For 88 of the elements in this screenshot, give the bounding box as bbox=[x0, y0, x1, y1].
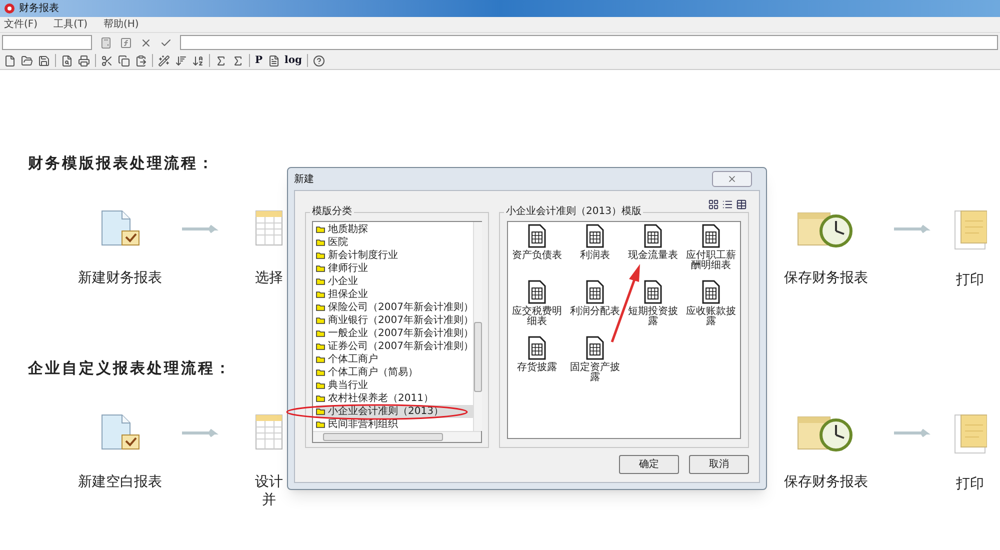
template-item[interactable]: 资产负债表 bbox=[508, 224, 566, 276]
spreadsheet-document-icon bbox=[527, 280, 547, 304]
wand-icon[interactable] bbox=[158, 54, 170, 66]
menu-item[interactable]: 工具(T) bbox=[54, 17, 88, 32]
large-icons-view-icon[interactable] bbox=[708, 199, 719, 210]
spreadsheet-document-icon bbox=[643, 280, 663, 304]
print-preview-icon bbox=[953, 208, 987, 250]
dialog-title: 新建 bbox=[294, 172, 314, 186]
category-item[interactable]: 医院 bbox=[316, 236, 474, 249]
section-heading: 企业自定义报表处理流程： bbox=[28, 358, 232, 378]
spreadsheet-document-icon bbox=[701, 280, 721, 304]
step-label: 选择 bbox=[255, 268, 283, 286]
category-item[interactable]: 小企业 bbox=[316, 275, 474, 288]
cell-name-field[interactable] bbox=[2, 35, 92, 50]
group-title: 小企业会计准则（2013）模版 bbox=[504, 206, 644, 218]
category-item[interactable]: 个体工商户（简易） bbox=[316, 366, 474, 379]
vertical-scrollbar[interactable] bbox=[473, 222, 482, 431]
spreadsheet-document-icon bbox=[585, 336, 605, 360]
sigma-icon[interactable] bbox=[232, 54, 244, 66]
dialog-button[interactable]: 确定 bbox=[619, 455, 679, 474]
preview-icon[interactable] bbox=[61, 54, 73, 66]
group-title: 模版分类 bbox=[310, 206, 354, 218]
template-item[interactable]: 存货披露 bbox=[508, 336, 566, 388]
sigma-icon[interactable] bbox=[215, 54, 227, 66]
template-item[interactable]: 应交税费明细表 bbox=[508, 280, 566, 332]
category-item[interactable]: 商业银行（2007年新会计准则） bbox=[316, 314, 474, 327]
help-icon[interactable] bbox=[313, 54, 325, 66]
step-label: 新建空白报表 bbox=[78, 473, 162, 491]
step-label: 设计 bbox=[255, 473, 283, 491]
template-item[interactable]: 固定资产披露 bbox=[566, 336, 624, 388]
category-item[interactable]: 新会计制度行业 bbox=[316, 249, 474, 262]
horizontal-scrollbar[interactable] bbox=[313, 431, 481, 442]
template-item[interactable]: 现金流量表 bbox=[624, 224, 682, 276]
template-item[interactable]: 应付职工薪酬明细表 bbox=[682, 224, 740, 276]
step-label: 并 bbox=[262, 491, 276, 509]
template-item[interactable]: 短期投资披露 bbox=[624, 280, 682, 332]
menu-item[interactable]: 文件(F) bbox=[4, 17, 38, 32]
details-view-icon[interactable] bbox=[736, 199, 747, 210]
step-label: 保存财务报表 bbox=[784, 268, 868, 286]
close-icon bbox=[727, 174, 737, 184]
category-item[interactable]: 证券公司（2007年新会计准则） bbox=[316, 340, 474, 353]
print-preview-icon bbox=[953, 413, 987, 455]
step-label: 打印 bbox=[956, 270, 984, 288]
category-item[interactable]: 地质勘探 bbox=[316, 223, 474, 236]
template-item[interactable]: 利润表 bbox=[566, 224, 624, 276]
table-icon bbox=[254, 208, 284, 248]
folder-icon[interactable] bbox=[21, 54, 33, 66]
category-item[interactable]: 典当行业 bbox=[316, 379, 474, 392]
category-item[interactable]: 农村社保养老（2011） bbox=[316, 392, 474, 405]
template-item[interactable]: 应收账款披露 bbox=[682, 280, 740, 332]
toolbar-button[interactable]: P bbox=[255, 56, 263, 66]
category-item[interactable]: 保险公司（2007年新会计准则） bbox=[316, 301, 474, 314]
cancel-icon[interactable] bbox=[140, 36, 152, 48]
save-icon[interactable] bbox=[38, 54, 50, 66]
paste-icon[interactable] bbox=[135, 54, 147, 66]
template-item[interactable]: 利润分配表 bbox=[566, 280, 624, 332]
toolbar-button[interactable]: log bbox=[284, 56, 302, 66]
calculator-icon[interactable] bbox=[100, 36, 112, 48]
app-logo-icon bbox=[4, 3, 15, 14]
step-label: 打印 bbox=[956, 475, 984, 493]
check-icon[interactable] bbox=[160, 36, 172, 48]
spreadsheet-document-icon bbox=[527, 224, 547, 248]
scissors-icon[interactable] bbox=[101, 54, 113, 66]
category-item[interactable]: 一般企业（2007年新会计准则） bbox=[316, 327, 474, 340]
copy-icon[interactable] bbox=[118, 54, 130, 66]
window-title: 财务报表 bbox=[19, 2, 59, 16]
dialog-button[interactable]: 取消 bbox=[689, 455, 749, 474]
category-item[interactable]: 民间非营利组织 bbox=[316, 418, 474, 431]
spreadsheet-document-icon bbox=[527, 336, 547, 360]
category-item[interactable]: 个体工商户 bbox=[316, 353, 474, 366]
step-label: 保存财务报表 bbox=[784, 473, 868, 491]
list-view-icon[interactable] bbox=[722, 199, 733, 210]
sort-az-icon[interactable] bbox=[192, 54, 204, 66]
spreadsheet-document-icon bbox=[585, 280, 605, 304]
document-icon[interactable] bbox=[268, 54, 280, 66]
function-icon[interactable] bbox=[120, 36, 132, 48]
formula-field[interactable] bbox=[180, 35, 998, 50]
spreadsheet-document-icon bbox=[643, 224, 663, 248]
section-heading: 财务模版报表处理流程： bbox=[28, 153, 215, 174]
category-item[interactable]: 担保企业 bbox=[316, 288, 474, 301]
spreadsheet-document-icon bbox=[585, 224, 605, 248]
spreadsheet-document-icon bbox=[701, 224, 721, 248]
step-label: 新建财务报表 bbox=[78, 268, 162, 286]
printer-icon[interactable] bbox=[78, 54, 90, 66]
menu-item[interactable]: 帮助(H) bbox=[103, 17, 139, 32]
new-file-icon[interactable] bbox=[4, 54, 16, 66]
category-item[interactable]: 律师行业 bbox=[316, 262, 474, 275]
sort-icon[interactable] bbox=[175, 54, 187, 66]
